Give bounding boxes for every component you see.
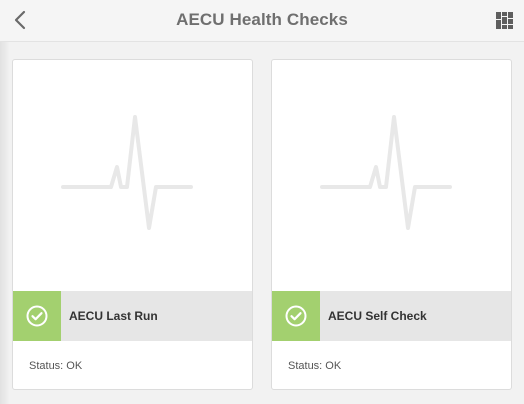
heartbeat-icon xyxy=(61,115,193,230)
view-switch-button[interactable] xyxy=(496,12,513,29)
health-check-card[interactable]: AECU Self Check Status: OK xyxy=(271,59,512,390)
card-thumbnail xyxy=(272,60,511,291)
card-title: AECU Last Run xyxy=(69,309,158,323)
card-title-bar: AECU Last Run xyxy=(13,291,252,341)
heartbeat-icon xyxy=(320,115,452,230)
side-rail-shadow xyxy=(0,42,10,404)
card-status-text: Status: OK xyxy=(288,360,342,372)
card-title: AECU Self Check xyxy=(328,309,427,323)
card-title-bar: AECU Self Check xyxy=(272,291,511,341)
health-check-card[interactable]: AECU Last Run Status: OK xyxy=(12,59,253,390)
card-view-icon xyxy=(496,12,513,29)
top-bar: AECU Health Checks xyxy=(0,0,524,42)
check-circle-icon xyxy=(285,305,307,327)
page-title: AECU Health Checks xyxy=(176,10,348,29)
status-indicator xyxy=(272,291,320,341)
card-thumbnail xyxy=(13,60,252,291)
status-indicator xyxy=(13,291,61,341)
check-circle-icon xyxy=(26,305,48,327)
card-status-text: Status: OK xyxy=(29,360,83,372)
